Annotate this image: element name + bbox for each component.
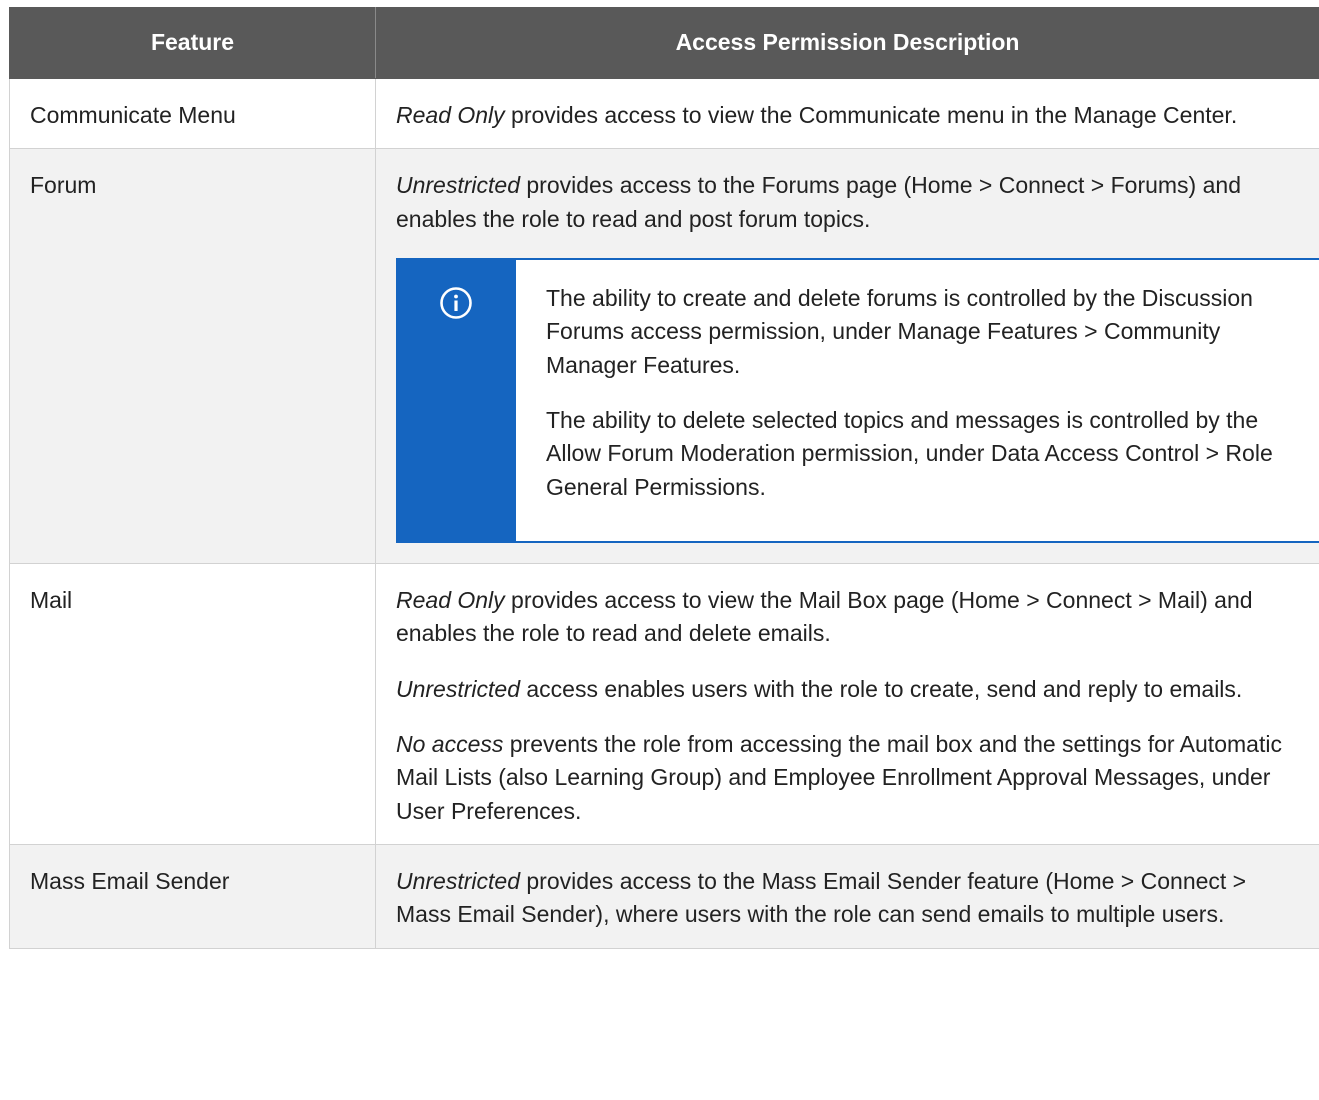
access-level: Unrestricted	[396, 675, 520, 702]
description-text: access enables users with the role to cr…	[519, 675, 1243, 702]
description-paragraph: No access prevents the role from accessi…	[396, 728, 1299, 828]
description-paragraph: Read Only provides access to view the Co…	[396, 99, 1299, 132]
access-level: Unrestricted	[396, 868, 520, 895]
description-text: provides access to view the Mail Box pag…	[396, 587, 1253, 647]
description-paragraph: Unrestricted provides access to the Mass…	[396, 865, 1299, 932]
permissions-table: Feature Access Permission Description Co…	[9, 7, 1319, 949]
description-text: provides access to the Mass Email Sender…	[396, 868, 1247, 928]
info-note: The ability to create and delete forums …	[396, 258, 1319, 544]
info-icon	[440, 287, 472, 319]
description-text: prevents the role from accessing the mai…	[396, 731, 1282, 824]
description-paragraph: Unrestricted access enables users with t…	[396, 673, 1299, 706]
description-cell: Read Only provides access to view the Co…	[375, 77, 1319, 150]
description-cell: Read Only provides access to view the Ma…	[375, 563, 1319, 846]
description-cell: Unrestricted provides access to the Foru…	[375, 148, 1319, 565]
access-level: Unrestricted	[396, 172, 520, 199]
table-row: Mail Read Only provides access to view t…	[9, 563, 1319, 846]
table-row: Communicate Menu Read Only provides acce…	[9, 77, 1319, 150]
table-row: Forum Unrestricted provides access to th…	[9, 148, 1319, 565]
header-feature: Feature	[9, 7, 376, 79]
access-level: No access	[396, 731, 504, 758]
feature-cell: Communicate Menu	[9, 77, 376, 150]
note-paragraph: The ability to delete selected topics an…	[546, 407, 1273, 500]
feature-cell: Mass Email Sender	[9, 844, 376, 949]
description-paragraph: Read Only provides access to view the Ma…	[396, 584, 1299, 651]
note-body: The ability to create and delete forums …	[516, 260, 1319, 542]
access-level: Read Only	[396, 587, 505, 614]
note-paragraph: The ability to create and delete forums …	[546, 285, 1253, 378]
description-cell: Unrestricted provides access to the Mass…	[375, 844, 1319, 949]
feature-cell: Forum	[9, 148, 376, 565]
table-header-row: Feature Access Permission Description	[9, 7, 1319, 79]
access-level: Read Only	[396, 102, 505, 128]
description-text: provides access to view the Communicate …	[504, 102, 1238, 128]
note-icon-column	[396, 260, 516, 542]
header-description: Access Permission Description	[375, 7, 1319, 79]
feature-cell: Mail	[9, 563, 376, 846]
description-paragraph: Unrestricted provides access to the Foru…	[396, 169, 1299, 236]
table-row: Mass Email Sender Unrestricted provides …	[9, 844, 1319, 949]
description-text: provides access to the Forums page (Home…	[396, 172, 1241, 232]
